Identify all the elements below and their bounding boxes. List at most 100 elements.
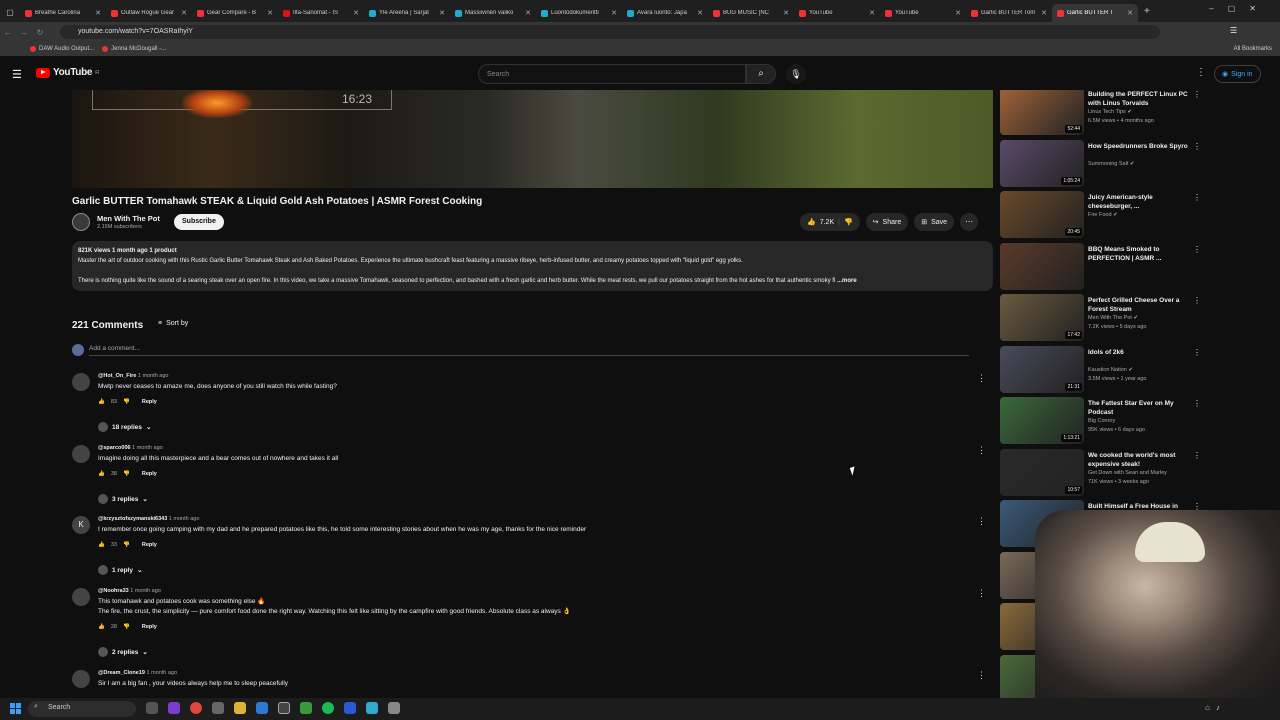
video-thumbnail[interactable]: 52:44	[1000, 88, 1084, 135]
related-video[interactable]: 1:13:21 The Fattest Star Ever on My Podc…	[1000, 397, 1205, 447]
video-thumbnail[interactable]: 20:45	[1000, 191, 1084, 238]
related-video-title[interactable]: Idols of 2k6	[1088, 348, 1196, 357]
browser-tab[interactable]: BUG MUSIC [NC ✕	[708, 4, 794, 22]
close-tab-icon[interactable]: ✕	[353, 9, 359, 17]
media-icon[interactable]	[300, 702, 312, 714]
like-icon[interactable]: 👍	[98, 624, 105, 630]
comment-time[interactable]: 1 month ago	[130, 588, 161, 594]
comment-time[interactable]: 1 month ago	[138, 373, 169, 379]
description-box[interactable]: 821K views 1 month ago 1 product Master …	[72, 241, 993, 291]
commenter-avatar[interactable]	[72, 373, 90, 391]
like-icon[interactable]: 👍	[98, 399, 105, 405]
reply-button[interactable]: Reply	[142, 471, 157, 477]
related-video-channel[interactable]: Fire Food ✔	[1088, 212, 1118, 218]
video-menu-icon[interactable]: ⋮	[1193, 451, 1201, 460]
comment-time[interactable]: 1 month ago	[169, 516, 200, 522]
comment-author[interactable]: @Hot_On_Fire	[98, 373, 136, 379]
video-player[interactable]: 16:23	[72, 88, 993, 188]
related-video-title[interactable]: Perfect Grilled Cheese Over a Forest Str…	[1088, 296, 1196, 314]
like-icon[interactable]: 👍	[807, 218, 816, 226]
dislike-icon[interactable]: 👎	[123, 542, 130, 548]
back-icon[interactable]: ←	[0, 28, 16, 37]
related-video[interactable]: BBQ Means Smoked to PERFECTION | ASMR ..…	[1000, 242, 1205, 293]
video-thumbnail[interactable]: 21:31	[1000, 345, 1084, 393]
browser-tab[interactable]: Massiivinen valiko ✕	[450, 4, 536, 22]
app-icon[interactable]	[168, 702, 180, 714]
related-video-title[interactable]: Juicy American-style cheeseburger, ...	[1088, 193, 1196, 211]
video-menu-icon[interactable]: ⋮	[1193, 399, 1201, 408]
browser-tab[interactable]: YouTube ✕	[880, 4, 966, 22]
reply-button[interactable]: Reply	[142, 624, 157, 630]
spotify-icon[interactable]	[322, 702, 334, 714]
comment-menu-icon[interactable]: ⋮	[977, 516, 986, 527]
close-tab-icon[interactable]: ✕	[697, 9, 703, 17]
close-tab-icon[interactable]: ✕	[439, 9, 445, 17]
reply-button[interactable]: Reply	[142, 399, 157, 405]
related-video-title[interactable]: The Fattest Star Ever on My Podcast	[1088, 399, 1196, 417]
dislike-icon[interactable]: 👎	[123, 399, 130, 405]
video-menu-icon[interactable]: ⋮	[1193, 90, 1201, 99]
related-video-channel[interactable]: Big Conroy	[1088, 418, 1115, 424]
comment-menu-icon[interactable]: ⋮	[977, 373, 986, 384]
dislike-icon[interactable]: 👎	[123, 471, 130, 477]
close-tab-icon[interactable]: ✕	[955, 9, 961, 17]
comment-time[interactable]: 1 month ago	[146, 670, 177, 676]
comment-author[interactable]: @krzysztofszymanski6343	[98, 516, 167, 522]
video-menu-icon[interactable]: ⋮	[1193, 193, 1201, 202]
close-tab-icon[interactable]: ✕	[611, 9, 617, 17]
dislike-icon[interactable]: 👎	[123, 624, 130, 630]
close-tab-icon[interactable]: ✕	[95, 9, 101, 17]
related-video[interactable]: 17:42 Perfect Grilled Cheese Over a Fore…	[1000, 294, 1205, 344]
commenter-avatar[interactable]	[72, 445, 90, 463]
related-video[interactable]: 52:44 Building the PERFECT Linux PC with…	[1000, 88, 1205, 138]
related-video[interactable]: 20:45 Juicy American-style cheeseburger,…	[1000, 191, 1205, 241]
app-icon-4[interactable]	[388, 702, 400, 714]
youtube-logo[interactable]: YouTube FI	[36, 67, 99, 78]
browser-tab[interactable]: YouTube ✕	[794, 4, 880, 22]
related-video[interactable]: 21:31 Idols of 2k6 Kaustion Nation ✔ 3.5…	[1000, 345, 1205, 396]
close-tab-icon[interactable]: ✕	[1127, 9, 1133, 17]
bookmark-2[interactable]: Jenna McDougall -...	[102, 46, 166, 52]
like-count[interactable]: 7.2K	[820, 219, 834, 226]
related-video-channel[interactable]: Summoning Salt ✔	[1088, 161, 1135, 167]
close-tab-icon[interactable]: ✕	[869, 9, 875, 17]
browser-tab[interactable]: Yle Areena | Sarjat ✕	[364, 4, 450, 22]
new-tab-button[interactable]: +	[1144, 6, 1150, 17]
browser-tab[interactable]: Luontodokumentti ✕	[536, 4, 622, 22]
comment-menu-icon[interactable]: ⋮	[977, 445, 986, 456]
view-replies-button[interactable]: 3 replies ⌄	[98, 494, 148, 504]
video-menu-icon[interactable]: ⋮	[1193, 245, 1201, 254]
browser-tab[interactable]: Ilta-Sanomat - IS ✕	[278, 4, 364, 22]
more-actions-icon[interactable]: ⋯	[960, 213, 979, 231]
close-tab-icon[interactable]: ✕	[181, 9, 187, 17]
url-field[interactable]: youtube.com/watch?v=7OASRaIhyiY	[60, 25, 1160, 39]
related-video-title[interactable]: We cooked the world's most expensive ste…	[1088, 451, 1196, 469]
browser-tab[interactable]: Gear Compare - B ✕	[192, 4, 278, 22]
folder-icon[interactable]	[234, 702, 246, 714]
hamburger-menu-icon[interactable]: ☰	[12, 68, 22, 81]
subscribe-button[interactable]: Subscribe	[174, 214, 224, 230]
commenter-avatar[interactable]	[72, 670, 90, 688]
view-replies-button[interactable]: 1 reply ⌄	[98, 565, 142, 575]
taskbar-search[interactable]: ⌕ Search	[28, 701, 136, 717]
close-tab-icon[interactable]: ✕	[783, 9, 789, 17]
commenter-avatar[interactable]	[72, 588, 90, 606]
reply-button[interactable]: Reply	[142, 542, 157, 548]
browser-tab[interactable]: Garlic BUTTER Tom ✕	[966, 4, 1052, 22]
related-video-channel[interactable]: Get Down with Sean and Marley	[1088, 470, 1167, 476]
close-tab-icon[interactable]: ✕	[525, 9, 531, 17]
related-video[interactable]: 10:57 We cooked the world's most expensi…	[1000, 448, 1205, 499]
comment-author[interactable]: @sparco006	[98, 445, 131, 451]
tab-list-icon[interactable]: ▢	[0, 8, 20, 17]
related-video-channel[interactable]: Kaustion Nation ✔	[1088, 367, 1133, 373]
like-icon[interactable]: 👍	[98, 471, 105, 477]
video-thumbnail[interactable]	[1000, 242, 1084, 290]
channel-name[interactable]: Men With The Pot	[97, 214, 160, 223]
chrome-icon[interactable]	[190, 702, 202, 714]
forward-icon[interactable]: →	[16, 28, 32, 37]
search-input[interactable]: Search	[478, 64, 746, 84]
active-app-icon[interactable]	[278, 702, 290, 714]
close-tab-icon[interactable]: ✕	[267, 9, 273, 17]
app-icon-3[interactable]	[366, 702, 378, 714]
related-video-channel[interactable]: Men With The Pot ✔	[1088, 315, 1138, 321]
